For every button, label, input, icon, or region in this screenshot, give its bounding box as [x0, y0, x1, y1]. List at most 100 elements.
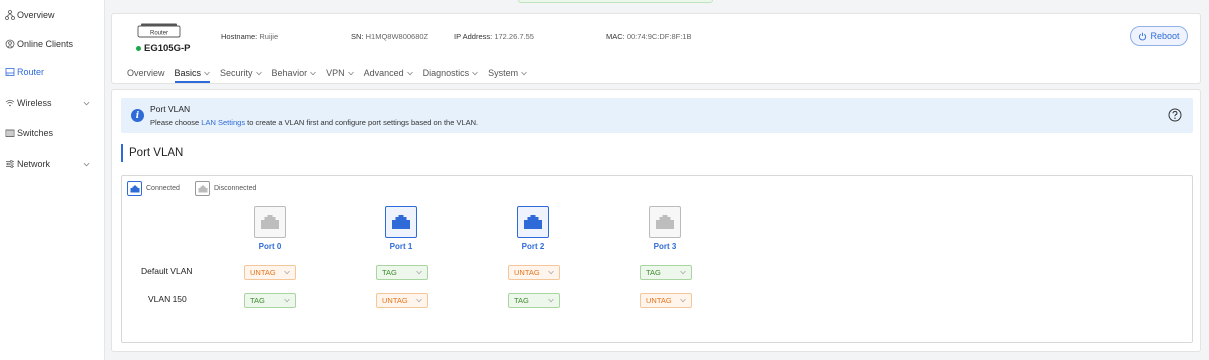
- ethernet-port-icon: [392, 215, 410, 229]
- section-title: Port VLAN: [121, 144, 183, 162]
- vlan-row-label: VLAN 150: [148, 294, 187, 304]
- tab-system[interactable]: System: [488, 68, 527, 82]
- port-vlan-panel: Connected Disconnected Port 0 Port 1 Por…: [121, 175, 1193, 343]
- port-label: Port 3: [653, 242, 677, 251]
- tab-basics[interactable]: Basics: [174, 68, 211, 83]
- vlan-mode-select[interactable]: UNTAG: [508, 265, 560, 280]
- sn-info: SN: H1MQ8W800680Z: [351, 32, 428, 41]
- vlan-mode-select[interactable]: UNTAG: [244, 265, 296, 280]
- legend-disconnected-label: Disconnected: [214, 185, 257, 192]
- sidebar-item-label: Online Clients: [17, 39, 74, 49]
- vlan-row-label: Default VLAN: [141, 266, 193, 276]
- chevron-down-icon: [284, 270, 290, 275]
- topology-icon: [5, 10, 15, 20]
- ethernet-port-disconnected-icon: [195, 181, 210, 196]
- vlan-mode-select[interactable]: UNTAG: [640, 293, 692, 308]
- chevron-down-icon: [406, 71, 413, 75]
- router-device-icon: Router: [137, 23, 181, 38]
- chevron-down-icon: [416, 298, 422, 303]
- vlan-mode-select[interactable]: UNTAG: [376, 293, 428, 308]
- vlan-mode-value: TAG: [646, 268, 661, 277]
- sn-value: H1MQ8W800680Z: [365, 32, 429, 41]
- notice-text: Please choose LAN Settings to create a V…: [150, 118, 478, 127]
- wireless-icon: [5, 99, 15, 107]
- vlan-mode-select[interactable]: TAG: [508, 293, 560, 308]
- port-1: Port 1: [371, 206, 431, 251]
- sidebar-item-label: Router: [17, 67, 45, 77]
- port-3-status[interactable]: [649, 206, 681, 238]
- mac-value: 00:74:9C:DF:8F:1B: [626, 32, 692, 41]
- tab-label: Basics: [174, 68, 202, 78]
- sidebar: Overview Online Clients Router Wireless …: [0, 0, 105, 360]
- port-label: Port 2: [521, 242, 545, 251]
- port-label: Port 1: [389, 242, 413, 251]
- chevron-down-icon: [548, 270, 554, 275]
- ip-value: 172.26.7.55: [494, 32, 534, 41]
- vlan-mode-select[interactable]: TAG: [376, 265, 428, 280]
- chevron-down-icon: [680, 270, 686, 275]
- chevron-down-icon: [416, 270, 422, 275]
- chevron-down-icon: [83, 162, 90, 166]
- port-0: Port 0: [240, 206, 300, 251]
- mac-info: MAC: 00:74:9C:DF:8F:1B: [606, 32, 691, 41]
- tab-overview[interactable]: Overview: [127, 68, 165, 82]
- port-2: Port 2: [503, 206, 563, 251]
- tab-label: Diagnostics: [422, 68, 470, 78]
- ethernet-port-connected-icon: [127, 181, 142, 196]
- chevron-down-icon: [284, 298, 290, 303]
- tab-advanced[interactable]: Advanced: [364, 68, 413, 82]
- sidebar-item-label: Switches: [17, 128, 54, 138]
- notice-title: Port VLAN: [150, 104, 191, 114]
- sidebar-item-network[interactable]: Network: [5, 157, 100, 171]
- ethernet-port-icon: [656, 215, 674, 229]
- tab-label: Security: [220, 68, 253, 78]
- sidebar-item-switches[interactable]: Switches: [5, 126, 100, 140]
- device-model: EG105G-P: [136, 43, 190, 54]
- reboot-button[interactable]: Reboot: [1130, 26, 1188, 46]
- chevron-down-icon: [204, 71, 210, 75]
- tab-behavior[interactable]: Behavior: [272, 68, 317, 82]
- tab-label: System: [488, 68, 519, 78]
- switch-icon: [5, 129, 15, 137]
- sidebar-item-wireless[interactable]: Wireless: [5, 96, 100, 110]
- sidebar-item-online-clients[interactable]: Online Clients: [5, 37, 100, 51]
- notice-text-after: to create a VLAN first and configure por…: [245, 118, 479, 127]
- sidebar-item-label: Network: [17, 159, 51, 169]
- vlan-mode-value: UNTAG: [646, 296, 672, 305]
- vlan-mode-select[interactable]: TAG: [244, 293, 296, 308]
- hostname-value: Ruijie: [259, 32, 279, 41]
- ip-info: IP Address: 172.26.7.55: [454, 32, 534, 41]
- lan-settings-link[interactable]: LAN Settings: [201, 118, 245, 127]
- tab-vpn[interactable]: VPN: [326, 68, 354, 82]
- info-icon: i: [131, 109, 144, 122]
- port-0-status[interactable]: [254, 206, 286, 238]
- online-status-dot: [136, 46, 141, 51]
- chevron-down-icon: [548, 298, 554, 303]
- hostname-label: Hostname:: [221, 32, 258, 41]
- legend-connected: Connected: [127, 181, 180, 196]
- notice-text-before: Please choose: [150, 118, 202, 127]
- vlan-mode-value: TAG: [250, 296, 265, 305]
- tab-label: Behavior: [271, 68, 308, 78]
- vlan-mode-select[interactable]: TAG: [640, 265, 692, 280]
- port-label: Port 0: [258, 242, 282, 251]
- port-2-status[interactable]: [517, 206, 549, 238]
- tab-security[interactable]: Security: [220, 68, 262, 82]
- ip-label: IP Address:: [454, 32, 493, 41]
- chevron-down-icon: [521, 71, 527, 75]
- info-notice: i Port VLAN Please choose LAN Settings t…: [121, 98, 1193, 133]
- tab-label: Advanced: [363, 68, 404, 78]
- tab-diagnostics[interactable]: Diagnostics: [423, 68, 479, 82]
- ethernet-port-icon: [261, 215, 279, 229]
- sidebar-item-overview[interactable]: Overview: [5, 8, 100, 22]
- port-1-status[interactable]: [385, 206, 417, 238]
- device-tag: Router: [150, 31, 168, 37]
- chevron-down-icon: [83, 101, 90, 105]
- legend-connected-label: Connected: [146, 185, 180, 192]
- router-icon: [5, 68, 15, 76]
- tab-label: VPN: [326, 68, 345, 78]
- chevron-down-icon: [255, 71, 262, 75]
- help-icon[interactable]: [1168, 108, 1182, 122]
- device-model-label: EG105G-P: [144, 43, 191, 54]
- sidebar-item-router[interactable]: Router: [5, 65, 100, 79]
